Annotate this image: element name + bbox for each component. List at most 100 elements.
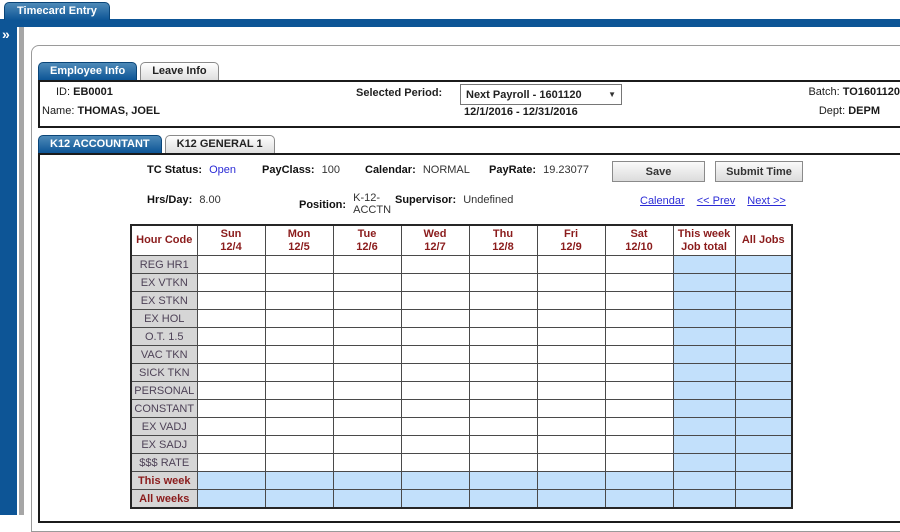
hours-cell[interactable]	[333, 256, 401, 274]
hours-cell[interactable]	[469, 400, 537, 418]
hours-cell[interactable]	[537, 418, 605, 436]
hours-cell[interactable]	[333, 310, 401, 328]
hours-cell[interactable]	[333, 400, 401, 418]
hours-cell[interactable]	[537, 346, 605, 364]
hours-cell[interactable]	[469, 274, 537, 292]
hours-cell[interactable]	[469, 346, 537, 364]
job-tab-k12-accountant[interactable]: K12 ACCOUNTANT	[38, 135, 162, 153]
hours-cell[interactable]	[605, 310, 673, 328]
hours-cell[interactable]	[469, 418, 537, 436]
job-tab-k12-general-1[interactable]: K12 GENERAL 1	[165, 135, 275, 153]
hours-cell[interactable]	[605, 256, 673, 274]
hours-cell[interactable]	[605, 382, 673, 400]
hours-cell[interactable]	[401, 310, 469, 328]
hours-cell[interactable]	[401, 382, 469, 400]
hours-cell[interactable]	[265, 292, 333, 310]
hours-cell[interactable]	[605, 328, 673, 346]
sidebar-expand-icon[interactable]: »	[2, 27, 10, 41]
hours-cell[interactable]	[537, 454, 605, 472]
hours-cell[interactable]	[333, 274, 401, 292]
hours-cell[interactable]	[265, 256, 333, 274]
hours-cell[interactable]	[197, 256, 265, 274]
hours-cell[interactable]	[333, 328, 401, 346]
hours-cell[interactable]	[469, 436, 537, 454]
hours-cell[interactable]	[333, 292, 401, 310]
hours-cell[interactable]	[265, 274, 333, 292]
hours-cell[interactable]	[605, 274, 673, 292]
employee-tab-leave-info[interactable]: Leave Info	[140, 62, 218, 80]
hours-cell[interactable]	[605, 436, 673, 454]
hours-cell[interactable]	[605, 400, 673, 418]
hours-cell[interactable]	[197, 328, 265, 346]
save-button[interactable]: Save	[612, 161, 705, 182]
hours-cell[interactable]	[469, 292, 537, 310]
hours-cell[interactable]	[197, 274, 265, 292]
id-value: EB0001	[73, 86, 113, 98]
submit-time-button[interactable]: Submit Time	[715, 161, 803, 182]
hours-cell[interactable]	[605, 292, 673, 310]
prev-link[interactable]: << Prev	[697, 195, 736, 207]
hours-cell[interactable]	[265, 382, 333, 400]
hours-cell[interactable]	[401, 256, 469, 274]
hours-cell[interactable]	[401, 418, 469, 436]
payrate-label: PayRate:	[489, 164, 536, 176]
hours-cell[interactable]	[401, 292, 469, 310]
hours-cell[interactable]	[197, 382, 265, 400]
hours-cell[interactable]	[401, 436, 469, 454]
hours-cell[interactable]	[333, 364, 401, 382]
hours-cell[interactable]	[333, 454, 401, 472]
hours-cell[interactable]	[401, 346, 469, 364]
hours-cell[interactable]	[197, 310, 265, 328]
hours-cell[interactable]	[197, 454, 265, 472]
hours-cell[interactable]	[265, 364, 333, 382]
period-select[interactable]: Next Payroll - 1601120 ▼	[460, 84, 622, 105]
hours-cell[interactable]	[197, 346, 265, 364]
calendar-value: NORMAL	[423, 164, 470, 176]
hours-cell[interactable]	[333, 418, 401, 436]
hours-cell[interactable]	[333, 436, 401, 454]
hours-cell[interactable]	[469, 256, 537, 274]
hours-cell[interactable]	[537, 310, 605, 328]
week-total-cell	[673, 256, 735, 274]
hours-cell[interactable]	[537, 364, 605, 382]
hours-cell[interactable]	[469, 364, 537, 382]
hours-cell[interactable]	[333, 382, 401, 400]
hours-cell[interactable]	[469, 328, 537, 346]
hours-cell[interactable]	[197, 436, 265, 454]
hours-cell[interactable]	[401, 274, 469, 292]
hours-cell[interactable]	[537, 382, 605, 400]
hours-cell[interactable]	[265, 418, 333, 436]
hours-cell[interactable]	[401, 400, 469, 418]
hours-cell[interactable]	[537, 274, 605, 292]
employee-tab-employee-info[interactable]: Employee Info	[38, 62, 137, 80]
hours-cell[interactable]	[605, 346, 673, 364]
hours-cell[interactable]	[469, 454, 537, 472]
hours-cell[interactable]	[401, 364, 469, 382]
hours-cell[interactable]	[605, 418, 673, 436]
hours-cell[interactable]	[537, 256, 605, 274]
calendar-link[interactable]: Calendar	[640, 195, 685, 207]
hours-cell[interactable]	[197, 292, 265, 310]
hours-cell[interactable]	[605, 454, 673, 472]
hours-cell[interactable]	[265, 310, 333, 328]
hours-cell[interactable]	[537, 292, 605, 310]
hours-cell[interactable]	[537, 328, 605, 346]
hours-cell[interactable]	[537, 436, 605, 454]
hours-cell[interactable]	[265, 454, 333, 472]
hours-cell[interactable]	[265, 346, 333, 364]
hours-cell[interactable]	[265, 328, 333, 346]
hours-cell[interactable]	[333, 346, 401, 364]
hours-cell[interactable]	[197, 418, 265, 436]
hours-cell[interactable]	[605, 364, 673, 382]
hours-cell[interactable]	[537, 400, 605, 418]
hours-cell[interactable]	[197, 400, 265, 418]
next-link[interactable]: Next >>	[747, 195, 786, 207]
hours-cell[interactable]	[265, 400, 333, 418]
hours-cell[interactable]	[401, 328, 469, 346]
timecard-entry-page-tab[interactable]: Timecard Entry	[4, 2, 110, 20]
hours-cell[interactable]	[197, 364, 265, 382]
hours-cell[interactable]	[265, 436, 333, 454]
hours-cell[interactable]	[401, 454, 469, 472]
hours-cell[interactable]	[469, 310, 537, 328]
hours-cell[interactable]	[469, 382, 537, 400]
